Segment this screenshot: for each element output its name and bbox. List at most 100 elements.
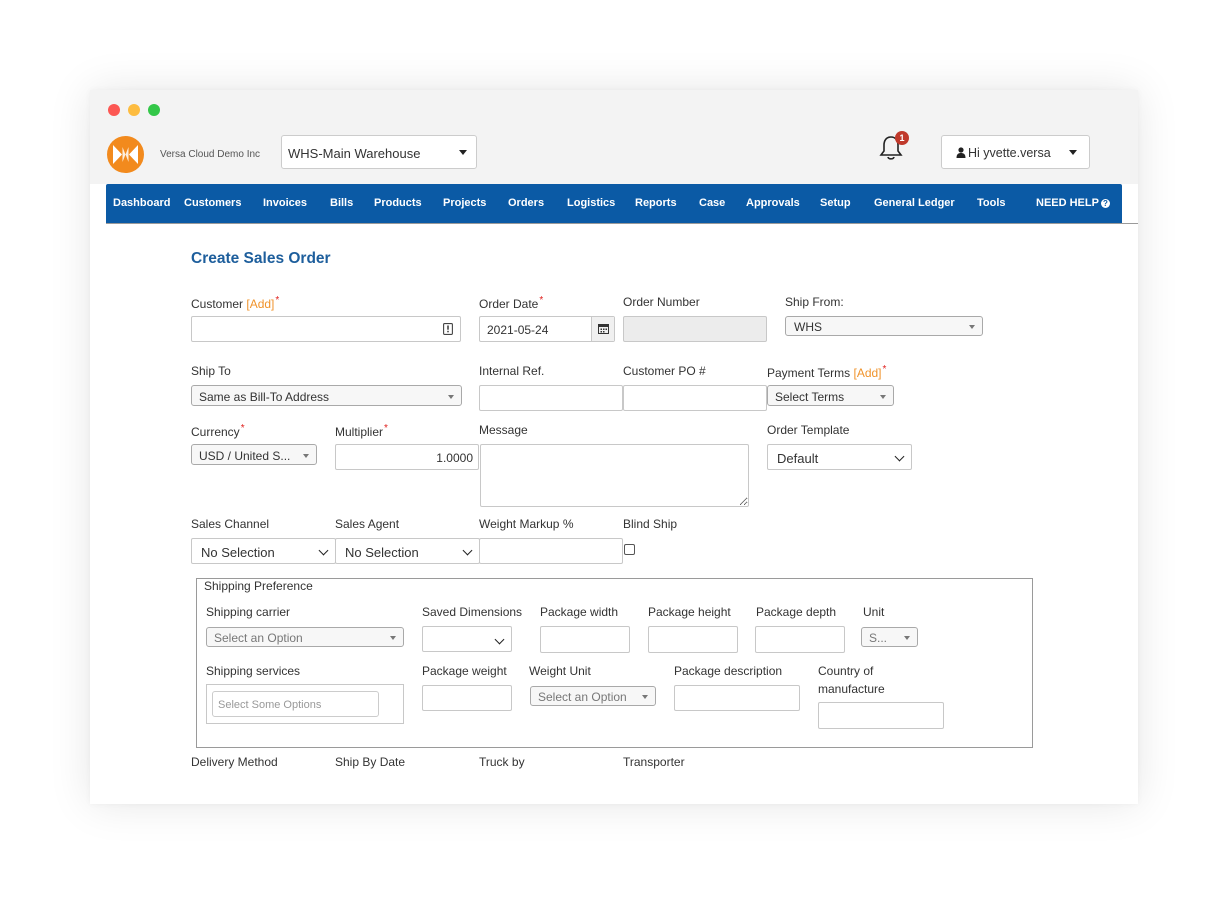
transporter-label: Transporter (623, 755, 685, 769)
sales-channel-select[interactable]: No Selection (191, 538, 336, 564)
close-window-button[interactable] (108, 104, 120, 116)
required-marker: * (240, 423, 245, 434)
minimize-window-button[interactable] (128, 104, 140, 116)
sales-agent-select[interactable]: No Selection (335, 538, 480, 564)
nav-divider (106, 223, 1138, 224)
customer-po-input[interactable] (623, 385, 767, 411)
country-of-manufacture-input[interactable] (818, 702, 944, 729)
payment-terms-label-text: Payment Terms (767, 366, 851, 380)
contact-card-icon[interactable] (443, 323, 453, 335)
sales-channel-value: No Selection (201, 545, 275, 560)
saved-dimensions-select[interactable] (422, 626, 512, 652)
weight-unit-placeholder: Select an Option (538, 690, 627, 704)
package-height-input[interactable] (648, 626, 738, 653)
message-textarea[interactable] (480, 444, 749, 507)
user-icon (956, 147, 966, 158)
add-payment-terms-link[interactable]: [Add] (853, 366, 881, 380)
customer-input[interactable] (191, 316, 461, 342)
blind-ship-checkbox[interactable] (624, 544, 635, 555)
package-weight-label: Package weight (422, 664, 507, 678)
order-template-label: Order Template (767, 423, 850, 437)
need-help-label: NEED HELP (1036, 197, 1099, 209)
company-logo-icon[interactable] (107, 136, 144, 173)
nav-orders[interactable]: Orders (508, 197, 544, 209)
nav-tools[interactable]: Tools (977, 197, 1006, 209)
nav-general-ledger[interactable]: General Ledger (874, 197, 955, 209)
order-template-value: Default (777, 451, 819, 466)
nav-setup[interactable]: Setup (820, 197, 851, 209)
shipping-services-multiselect[interactable]: Select Some Options (206, 684, 404, 724)
shipping-services-label: Shipping services (206, 664, 301, 678)
shipping-carrier-select[interactable]: Select an Option (206, 627, 404, 647)
payment-terms-label: Payment Terms [Add]* (767, 364, 886, 380)
ship-from-value: WHS (794, 320, 822, 334)
sales-agent-label: Sales Agent (335, 517, 400, 531)
ship-from-select[interactable]: WHS (785, 316, 983, 336)
title-bar (90, 90, 1138, 128)
order-date-value: 2021-05-24 (487, 323, 549, 337)
required-marker: * (275, 295, 280, 306)
caret-down-icon (448, 395, 454, 399)
caret-down-icon (642, 695, 648, 699)
package-description-input[interactable] (674, 685, 800, 711)
order-template-select[interactable]: Default (767, 444, 912, 470)
nav-projects[interactable]: Projects (443, 197, 486, 209)
package-width-input[interactable] (540, 626, 630, 653)
required-marker: * (384, 423, 388, 434)
nav-reports[interactable]: Reports (635, 197, 677, 209)
order-date-input[interactable]: 2021-05-24 (479, 316, 615, 342)
package-depth-label: Package depth (756, 605, 837, 619)
ship-to-select[interactable]: Same as Bill-To Address (191, 385, 462, 406)
caret-down-icon (969, 325, 975, 329)
shipping-preference-legend: Shipping Preference (202, 579, 315, 593)
internal-ref-input[interactable] (479, 385, 623, 411)
ship-from-label: Ship From: (785, 295, 844, 309)
warehouse-select-value: WHS-Main Warehouse (288, 146, 421, 161)
caret-down-icon (1069, 150, 1077, 155)
warehouse-select[interactable]: WHS-Main Warehouse (281, 135, 477, 169)
date-picker-button[interactable] (591, 317, 614, 341)
nav-need-help[interactable]: NEED HELP? (1036, 197, 1110, 209)
nav-invoices[interactable]: Invoices (263, 197, 307, 209)
weight-unit-select[interactable]: Select an Option (530, 686, 656, 706)
customer-label-text: Customer (191, 297, 244, 311)
nav-case[interactable]: Case (699, 197, 725, 209)
nav-products[interactable]: Products (374, 197, 422, 209)
weight-markup-input[interactable] (479, 538, 623, 564)
delivery-method-label: Delivery Method (191, 755, 278, 769)
currency-value: USD / United S... (199, 449, 291, 463)
nav-approvals[interactable]: Approvals (746, 197, 800, 209)
truck-by-label: Truck by (479, 755, 525, 769)
internal-ref-label: Internal Ref. (479, 364, 545, 378)
package-weight-input[interactable] (422, 685, 512, 711)
unit-value: S... (869, 631, 888, 645)
message-label: Message (479, 423, 528, 437)
multiplier-label-text: Multiplier (335, 425, 384, 439)
sales-channel-label: Sales Channel (191, 517, 270, 531)
package-description-label: Package description (674, 664, 783, 678)
package-depth-input[interactable] (755, 626, 845, 653)
company-name: Versa Cloud Demo Inc (160, 149, 261, 160)
shipping-services-search[interactable]: Select Some Options (212, 691, 379, 717)
currency-select[interactable]: USD / United S... (191, 444, 317, 465)
unit-select[interactable]: S... (861, 627, 918, 647)
nav-dashboard[interactable]: Dashboard (113, 197, 170, 209)
currency-label: Currency* (191, 423, 245, 439)
add-customer-link[interactable]: [Add] (246, 297, 274, 311)
payment-terms-select[interactable]: Select Terms (767, 385, 894, 406)
blind-ship-label: Blind Ship (623, 517, 678, 531)
multiplier-input[interactable]: 1.0000 (335, 444, 479, 470)
notification-badge: 1 (895, 131, 909, 145)
nav-logistics[interactable]: Logistics (567, 197, 615, 209)
maximize-window-button[interactable] (148, 104, 160, 116)
chevron-down-icon (894, 451, 905, 462)
chevron-down-icon (462, 545, 473, 556)
main-nav: Dashboard Customers Invoices Bills Produ… (106, 184, 1122, 223)
country-label-line1: Country of (818, 664, 874, 678)
nav-customers[interactable]: Customers (184, 197, 241, 209)
order-number-label: Order Number (623, 295, 700, 309)
nav-bills[interactable]: Bills (330, 197, 353, 209)
caret-down-icon (904, 636, 910, 640)
weight-markup-label: Weight Markup % (479, 517, 574, 531)
user-menu-button[interactable]: Hi yvette.versa (941, 135, 1090, 169)
